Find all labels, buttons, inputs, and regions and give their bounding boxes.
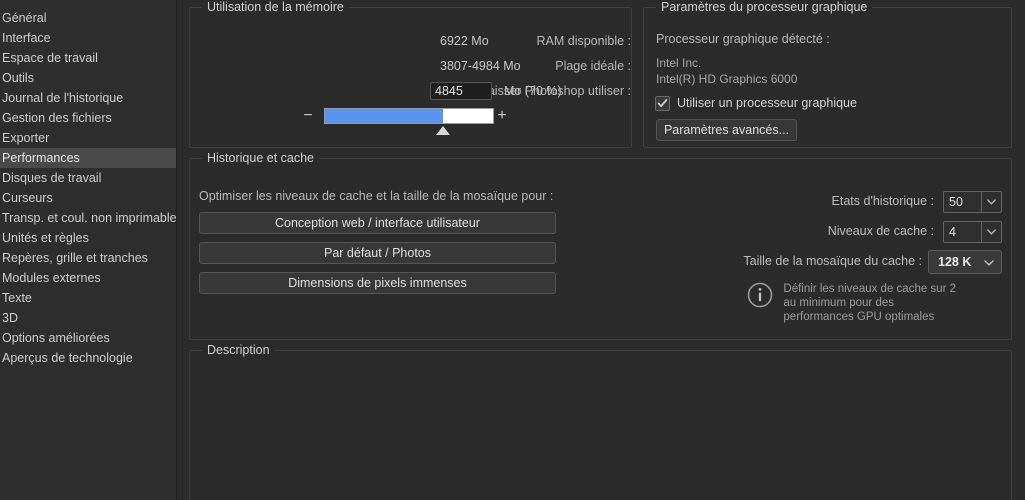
history-states-combo[interactable]: 50 bbox=[943, 191, 1002, 213]
preferences-category-sidebar: Général Interface Espace de travail Outils J… bbox=[0, 0, 177, 500]
sidebar-item-curseurs[interactable]: Curseurs bbox=[0, 188, 176, 208]
preset-button-huge-pixel-dimensions[interactable]: Dimensions de pixels immenses bbox=[199, 272, 556, 294]
gpu-model-value: Intel(R) HD Graphics 6000 bbox=[656, 72, 798, 86]
cache-info-text: Définir les niveaux de cache sur 2 au mi… bbox=[783, 283, 956, 323]
sidebar-item-interface[interactable]: Interface bbox=[0, 28, 176, 48]
sidebar-item-espace-de-travail[interactable]: Espace de travail bbox=[0, 48, 176, 68]
sidebar-item-journal-de-l-historique[interactable]: Journal de l'historique bbox=[0, 88, 176, 108]
sidebar-item-modules-externes[interactable]: Modules externes bbox=[0, 268, 176, 288]
sidebar-item-options-am-lior-es[interactable]: Options améliorées bbox=[0, 328, 176, 348]
sidebar-item-transp-et-coul-non-imprimables[interactable]: Transp. et coul. non imprimables bbox=[0, 208, 176, 228]
cache-info-note: Définir les niveaux de cache sur 2 au mi… bbox=[747, 282, 956, 324]
slider-thumb[interactable] bbox=[436, 126, 450, 135]
history-and-cache-legend: Historique et cache bbox=[202, 151, 320, 165]
ideal-range-row: Plage idéale : 3807-4984 Mo bbox=[190, 56, 631, 76]
history-states-label: Etats d'historique : bbox=[831, 194, 934, 208]
slider-increase-button[interactable]: + bbox=[494, 107, 510, 126]
info-icon bbox=[748, 282, 773, 308]
cache-tile-size-value: 128 K bbox=[938, 255, 972, 269]
cache-levels-value: 4 bbox=[943, 221, 981, 243]
preset-button-default-photos[interactable]: Par défaut / Photos bbox=[199, 242, 556, 264]
preset-button-web-design[interactable]: Conception web / interface utilisateur bbox=[199, 212, 556, 234]
chevron-down-icon bbox=[984, 255, 994, 269]
sidebar-item-g-n-ral[interactable]: Général bbox=[0, 8, 176, 28]
preferences-performance-panel: Général Interface Espace de travail Outils J… bbox=[0, 0, 1025, 500]
checkmark-icon bbox=[657, 98, 668, 107]
ideal-range-value: 3807-4984 Mo bbox=[440, 59, 521, 73]
sidebar-item-performances[interactable]: Performances bbox=[0, 148, 176, 168]
memory-slider[interactable]: − + bbox=[300, 107, 520, 141]
advanced-settings-button[interactable]: Paramètres avancés... bbox=[656, 119, 797, 141]
sidebar-item-exporter[interactable]: Exporter bbox=[0, 128, 176, 148]
description-group: Description bbox=[189, 343, 1012, 500]
gpu-vendor-value: Intel Inc. bbox=[656, 56, 702, 70]
cache-levels-combo[interactable]: 4 bbox=[943, 221, 1002, 243]
cache-levels-row: Niveaux de cache : 4 bbox=[772, 221, 1002, 243]
available-ram-value: 6922 Mo bbox=[440, 34, 489, 48]
history-and-cache-group: Historique et cache Optimiser les niveau… bbox=[189, 151, 1012, 340]
sidebar-item-aper-us-de-technologie[interactable]: Aperçus de technologie bbox=[0, 348, 176, 368]
memory-usage-legend: Utilisation de la mémoire bbox=[202, 0, 349, 14]
available-ram-row: RAM disponible : 6922 Mo bbox=[190, 31, 631, 51]
sidebar-item-rep-res-grille-et-tranches[interactable]: Repères, grille et tranches bbox=[0, 248, 176, 268]
history-states-row: Etats d'historique : 50 bbox=[772, 191, 1002, 213]
optimize-cache-label: Optimiser les niveaux de cache et la tai… bbox=[199, 189, 554, 203]
history-states-value: 50 bbox=[943, 191, 981, 213]
available-ram-label: RAM disponible : bbox=[536, 34, 632, 48]
gpu-settings-group: Paramètres du processeur graphique Proce… bbox=[643, 0, 1012, 148]
memory-usage-group: Utilisation de la mémoire RAM disponible… bbox=[189, 0, 632, 148]
photoshop-memory-unit: Mo (70 %) bbox=[504, 84, 562, 98]
sidebar-item-gestion-des-fichiers[interactable]: Gestion des fichiers bbox=[0, 108, 176, 128]
slider-decrease-button[interactable]: − bbox=[300, 107, 316, 126]
slider-fill bbox=[325, 109, 443, 123]
gpu-detected-label: Processeur graphique détecté : bbox=[656, 32, 830, 46]
use-gpu-label: Utiliser un processeur graphique bbox=[677, 96, 857, 110]
gpu-settings-legend: Paramètres du processeur graphique bbox=[656, 0, 873, 14]
sidebar-item-unit-s-et-r-gles[interactable]: Unités et règles bbox=[0, 228, 176, 248]
cache-levels-label: Niveaux de cache : bbox=[827, 224, 934, 238]
cache-tile-size-label: Taille de la mosaïque du cache : bbox=[743, 254, 922, 268]
cache-tile-size-row: Taille de la mosaïque du cache : 128 K bbox=[672, 250, 1002, 274]
description-legend: Description bbox=[202, 343, 275, 357]
chevron-down-icon[interactable] bbox=[981, 221, 1002, 243]
sidebar-item-texte[interactable]: Texte bbox=[0, 288, 176, 308]
sidebar-item-outils[interactable]: Outils bbox=[0, 68, 176, 88]
photoshop-memory-row: Laisser Photoshop utiliser : Mo (70 %) bbox=[190, 81, 631, 101]
use-gpu-checkbox[interactable] bbox=[655, 95, 670, 111]
cache-tile-size-combo[interactable]: 128 K bbox=[928, 250, 1002, 274]
chevron-down-icon[interactable] bbox=[981, 191, 1002, 213]
use-gpu-checkbox-row[interactable]: Utiliser un processeur graphique bbox=[655, 94, 857, 112]
photoshop-memory-input[interactable] bbox=[430, 82, 492, 100]
sidebar-item-disques-de-travail[interactable]: Disques de travail bbox=[0, 168, 176, 188]
slider-track[interactable] bbox=[324, 108, 494, 124]
sidebar-item-3d[interactable]: 3D bbox=[0, 308, 176, 328]
